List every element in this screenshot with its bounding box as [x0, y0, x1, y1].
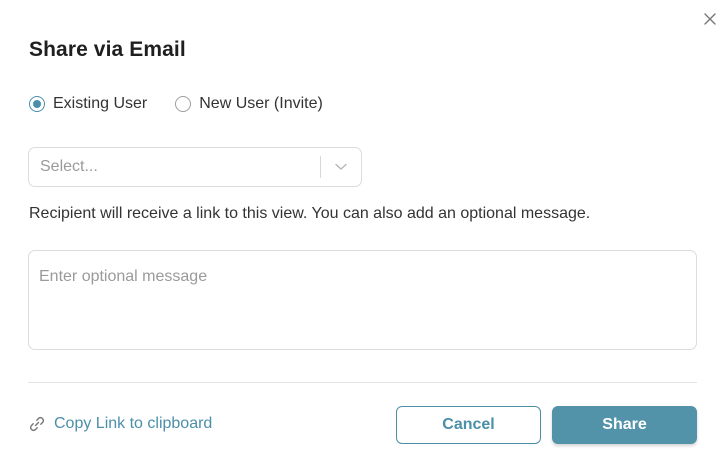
radio-new-user-label: New User (Invite) — [199, 95, 323, 112]
optional-message-input[interactable] — [28, 250, 697, 350]
close-button[interactable] — [700, 9, 720, 29]
share-email-dialog: Share via Email Existing User New User (… — [0, 0, 728, 464]
recipient-type-group: Existing User New User (Invite) — [29, 95, 323, 113]
copy-link-button[interactable]: Copy Link to clipboard — [28, 415, 212, 433]
radio-new-user[interactable]: New User (Invite) — [175, 95, 323, 113]
radio-unchecked-icon[interactable] — [175, 96, 192, 112]
select-dropdown-toggle[interactable] — [321, 163, 361, 171]
radio-existing-user[interactable]: Existing User — [29, 95, 147, 113]
copy-link-label: Copy Link to clipboard — [54, 415, 213, 432]
cancel-button[interactable]: Cancel — [396, 406, 541, 444]
close-icon — [704, 13, 716, 25]
chevron-down-icon — [335, 163, 347, 170]
link-icon — [29, 416, 45, 432]
dialog-title: Share via Email — [29, 38, 186, 61]
recipient-info-text: Recipient will receive a link to this vi… — [29, 205, 591, 222]
radio-existing-user-label: Existing User — [53, 95, 148, 112]
footer-divider — [28, 382, 697, 383]
share-button[interactable]: Share — [552, 406, 697, 444]
radio-checked-icon[interactable] — [29, 96, 45, 112]
user-select-placeholder: Select... — [40, 158, 98, 175]
user-select[interactable]: Select... — [28, 147, 362, 187]
